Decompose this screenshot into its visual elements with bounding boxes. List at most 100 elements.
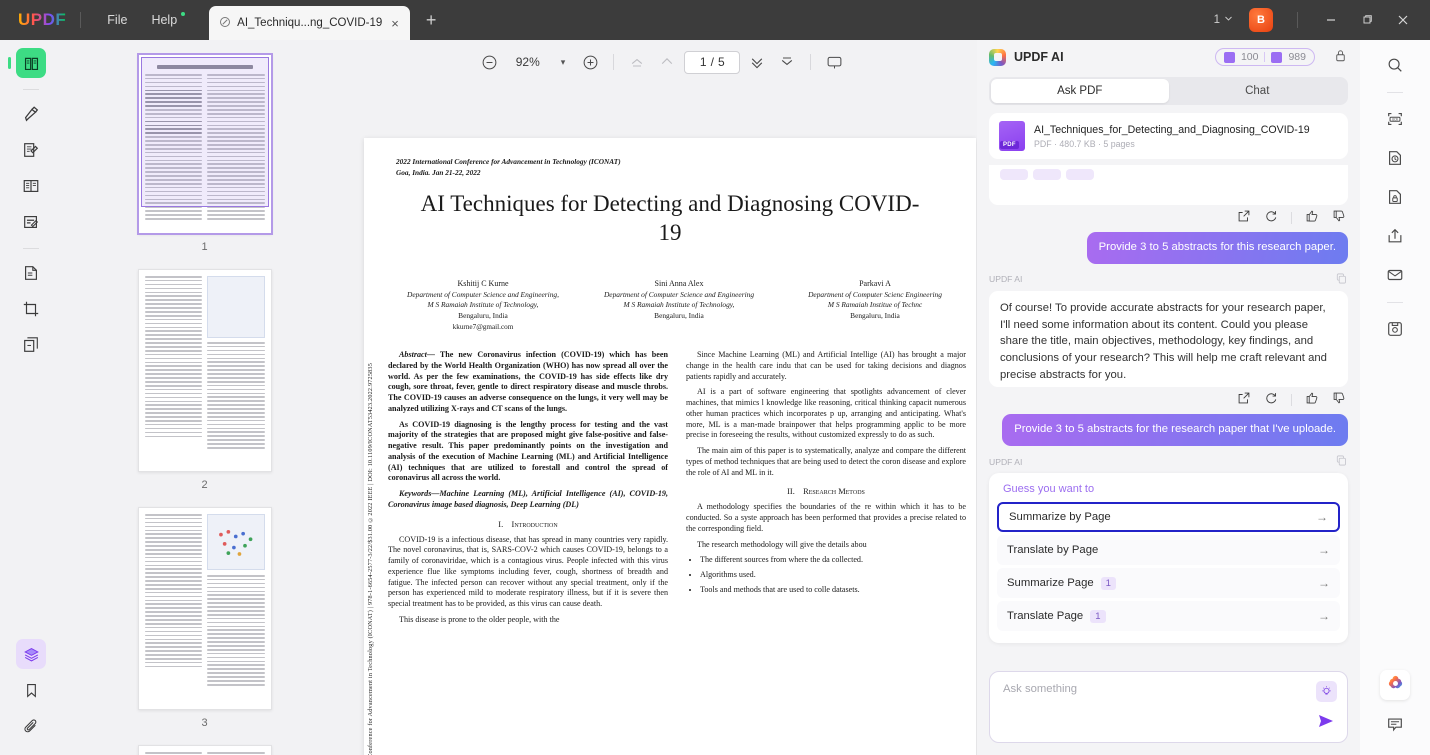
menu-help[interactable]: Help xyxy=(139,8,189,32)
zoom-in-icon[interactable] xyxy=(577,49,603,75)
suggestion-translate-by-page[interactable]: Translate by Page → xyxy=(997,535,1340,566)
next-page-icon[interactable] xyxy=(744,49,770,75)
sidebar-item-attachment[interactable] xyxy=(16,711,46,741)
sidebar-item-form[interactable] xyxy=(16,207,46,237)
assistant-name: UPDF AI xyxy=(989,456,1023,467)
document-tab[interactable]: AI_Techniqu...ng_COVID-19 × xyxy=(209,6,410,40)
page-canvas-area[interactable]: 2022 International Conference for Advanc… xyxy=(347,78,977,755)
assistant-label-row: UPDF AI xyxy=(989,454,1348,469)
feedback-comment-icon[interactable] xyxy=(1380,709,1410,739)
author-institute: M S Ramaiah Institute of Technology, xyxy=(623,300,735,310)
save-as-icon[interactable] xyxy=(1380,314,1410,344)
citation-chip[interactable] xyxy=(1000,169,1028,180)
close-tab-icon[interactable]: × xyxy=(388,16,402,31)
tab-ask-pdf[interactable]: Ask PDF xyxy=(991,79,1169,103)
lock-icon[interactable] xyxy=(1333,48,1348,66)
ocr-icon[interactable]: OCR xyxy=(1380,104,1410,134)
divider xyxy=(613,54,615,70)
assistant-message: Of course! To provide accurate abstracts… xyxy=(989,290,1348,388)
arrow-right-icon: → xyxy=(1318,609,1330,624)
share-icon[interactable] xyxy=(1380,221,1410,251)
suggestion-page-badge: 1 xyxy=(1100,576,1116,590)
suggestion-summarize-by-page[interactable]: Summarize by Page → xyxy=(997,502,1340,533)
sidebar-item-convert[interactable] xyxy=(16,258,46,288)
attached-file-card[interactable]: AI_Techniques_for_Detecting_and_Diagnosi… xyxy=(989,113,1348,159)
zoom-out-icon[interactable] xyxy=(477,49,503,75)
divider xyxy=(1291,211,1292,224)
author-location: Bengaluru, India xyxy=(850,311,900,321)
keywords-paragraph: Keywords—Machine Learning (ML), Artifici… xyxy=(388,489,668,511)
keywords-label: Keywords— xyxy=(399,489,440,498)
send-icon[interactable] xyxy=(1316,711,1336,734)
thumbnail-page-2[interactable] xyxy=(137,269,272,472)
search-icon[interactable] xyxy=(1380,50,1410,80)
envelope-icon[interactable] xyxy=(1380,260,1410,290)
pdf-right-column: Since Machine Learning (ML) and Artifici… xyxy=(686,350,966,755)
sidebar-item-comment[interactable] xyxy=(16,99,46,129)
menu-file[interactable]: File xyxy=(95,8,139,32)
right-tool-rail: OCR xyxy=(1360,40,1430,755)
citation-chip[interactable] xyxy=(1033,169,1061,180)
citation-chip[interactable] xyxy=(1066,169,1094,180)
prev-page-icon[interactable] xyxy=(654,49,680,75)
author-name: Sini Anna Alex xyxy=(654,279,704,288)
author-dept: Department of Computer Science and Engin… xyxy=(407,289,559,299)
guess-header: Guess you want to xyxy=(1003,483,1095,496)
sidebar-item-organize[interactable] xyxy=(16,330,46,360)
ask-input-container[interactable]: Ask something xyxy=(989,671,1348,743)
author-location: Bengaluru, India xyxy=(458,311,508,321)
lock-file-icon[interactable] xyxy=(1380,182,1410,212)
zoom-level-value[interactable]: 92% xyxy=(507,55,549,69)
thumbs-down-icon[interactable] xyxy=(1332,209,1346,226)
thumbs-down-icon[interactable] xyxy=(1332,391,1346,408)
thumbnail-panel[interactable]: 1 2 3 xyxy=(62,40,347,755)
author-block: Parkavi A Department of Computer Scienc … xyxy=(780,278,970,332)
avatar[interactable]: B xyxy=(1249,8,1273,32)
arrow-right-icon: → xyxy=(1318,543,1330,558)
close-button[interactable] xyxy=(1386,0,1420,40)
title-bar: UPDF File Help AI_Techniqu...ng_COVID-19… xyxy=(0,0,1430,40)
suggestion-summarize-page[interactable]: Summarize Page 1 → xyxy=(997,568,1340,599)
sidebar-item-reader[interactable] xyxy=(8,48,46,78)
ai-chat-history[interactable]: Provide 3 to 5 abstracts for this resear… xyxy=(977,165,1360,665)
maximize-button[interactable] xyxy=(1350,0,1384,40)
ask-input[interactable]: Ask something xyxy=(1003,683,1334,695)
tab-chat[interactable]: Chat xyxy=(1169,79,1347,103)
minimize-button[interactable] xyxy=(1314,0,1348,40)
regenerate-icon[interactable] xyxy=(1264,391,1278,408)
presentation-icon[interactable] xyxy=(821,49,847,75)
new-tab-button[interactable]: + xyxy=(426,11,437,29)
sidebar-item-layers[interactable] xyxy=(16,639,46,669)
sidebar-item-edit-pdf[interactable] xyxy=(16,135,46,165)
lightbulb-icon[interactable] xyxy=(1316,681,1337,702)
copy-icon[interactable] xyxy=(1335,454,1348,469)
compress-file-icon[interactable] xyxy=(1380,143,1410,173)
thumbnail-list: 1 2 3 xyxy=(62,53,347,755)
assistant-name: UPDF AI xyxy=(989,274,1023,285)
open-external-icon[interactable] xyxy=(1237,209,1251,226)
suggestion-label: Translate Page xyxy=(1007,610,1084,623)
page-number-input[interactable]: 1 / 5 xyxy=(684,50,741,74)
ai-credits-badge[interactable]: 100 989 xyxy=(1214,48,1315,66)
regenerate-icon[interactable] xyxy=(1264,209,1278,226)
active-marker xyxy=(8,57,11,69)
open-external-icon[interactable] xyxy=(1237,391,1251,408)
ai-assistant-button[interactable] xyxy=(1380,670,1410,700)
thumbnail-page-3[interactable] xyxy=(137,507,272,710)
ai-panel-header: UPDF AI 100 989 xyxy=(977,40,1360,74)
window-count[interactable]: 1 xyxy=(1208,10,1239,30)
copy-icon[interactable] xyxy=(1335,272,1348,287)
arrow-right-icon: → xyxy=(1318,576,1330,591)
divider xyxy=(810,54,812,70)
zoom-dropdown-icon[interactable]: ▾ xyxy=(553,57,574,68)
thumbs-up-icon[interactable] xyxy=(1305,209,1319,226)
sidebar-item-bookmark[interactable] xyxy=(16,675,46,705)
sidebar-item-crop[interactable] xyxy=(16,294,46,324)
suggestion-translate-page[interactable]: Translate Page 1 → xyxy=(997,601,1340,632)
thumbnail-page-4[interactable] xyxy=(137,745,272,755)
thumbs-up-icon[interactable] xyxy=(1305,391,1319,408)
last-page-icon[interactable] xyxy=(774,49,800,75)
first-page-icon[interactable] xyxy=(624,49,650,75)
sidebar-item-page-layout[interactable] xyxy=(16,171,46,201)
thumbnail-page-1[interactable] xyxy=(136,53,273,235)
